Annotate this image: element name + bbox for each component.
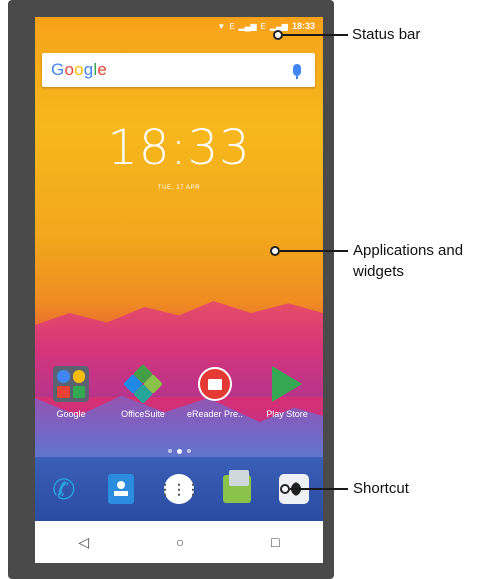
shortcut-label: Shortcut	[353, 480, 409, 497]
ereader-icon	[198, 367, 232, 401]
app-officesuite[interactable]: OfficeSuite	[113, 364, 173, 419]
status-bar-leader-line	[283, 34, 348, 36]
officesuite-icon	[123, 364, 163, 404]
status-bar-label: Status bar	[352, 26, 421, 43]
phone-icon: ✆	[52, 473, 76, 505]
shortcut-marker	[280, 484, 290, 494]
microphone-icon[interactable]	[293, 64, 301, 79]
app-label: Google	[56, 409, 86, 419]
app-row: Google OfficeSuite eReader Pre.. Play St…	[35, 364, 323, 419]
app-ereader[interactable]: eReader Pre..	[185, 365, 245, 419]
home-button[interactable]: ○	[176, 534, 184, 550]
google-search-widget[interactable]: Google	[42, 53, 315, 87]
signal-label-1: E	[229, 21, 235, 31]
contacts-icon	[108, 474, 135, 504]
shortcut-leader-line	[290, 488, 348, 490]
messaging-icon	[222, 470, 251, 503]
page-dot	[167, 449, 172, 453]
wifi-icon: ▼	[217, 21, 226, 31]
play-store-icon	[272, 366, 302, 402]
recents-button[interactable]: □	[271, 534, 279, 550]
app-play-store[interactable]: Play Store	[257, 365, 317, 419]
app-label: Play Store	[266, 409, 308, 419]
navigation-bar: ◁ ○ □	[35, 521, 323, 563]
app-label: eReader Pre..	[186, 409, 244, 419]
back-button[interactable]: ◁	[78, 534, 89, 551]
signal-icon-1: ▂▄▆	[238, 21, 257, 31]
applications-label-line2: widgets	[353, 263, 404, 280]
status-time: 18:33	[291, 21, 315, 31]
clock-widget-date: TUE, 17 APR	[157, 185, 201, 191]
applications-label-line1: Applications and	[353, 242, 464, 259]
dock-all-apps[interactable]: ⋮⋮⋮	[158, 472, 200, 506]
page-indicator[interactable]	[35, 448, 323, 454]
home-screen: ▼ E ▂▄▆ E ▂▄▆ 18:33 Google 18:33 TUE, 17…	[35, 17, 323, 563]
applications-leader-line	[280, 250, 348, 252]
app-label: OfficeSuite	[121, 409, 165, 419]
google-logo: Google	[51, 60, 108, 79]
dock-contacts[interactable]	[104, 472, 138, 506]
status-bar-marker	[273, 30, 283, 40]
google-folder-icon	[53, 366, 89, 402]
clock-widget-time[interactable]: 18:33	[35, 120, 323, 176]
page-dot	[186, 449, 191, 453]
dock-messaging[interactable]	[220, 470, 254, 506]
applications-marker	[270, 246, 280, 256]
dock-phone[interactable]: ✆	[47, 472, 81, 506]
signal-label-2: E	[260, 21, 266, 31]
all-apps-icon: ⋮⋮⋮	[158, 474, 200, 504]
app-google[interactable]: Google	[41, 365, 101, 419]
page-dot-active	[176, 448, 182, 454]
